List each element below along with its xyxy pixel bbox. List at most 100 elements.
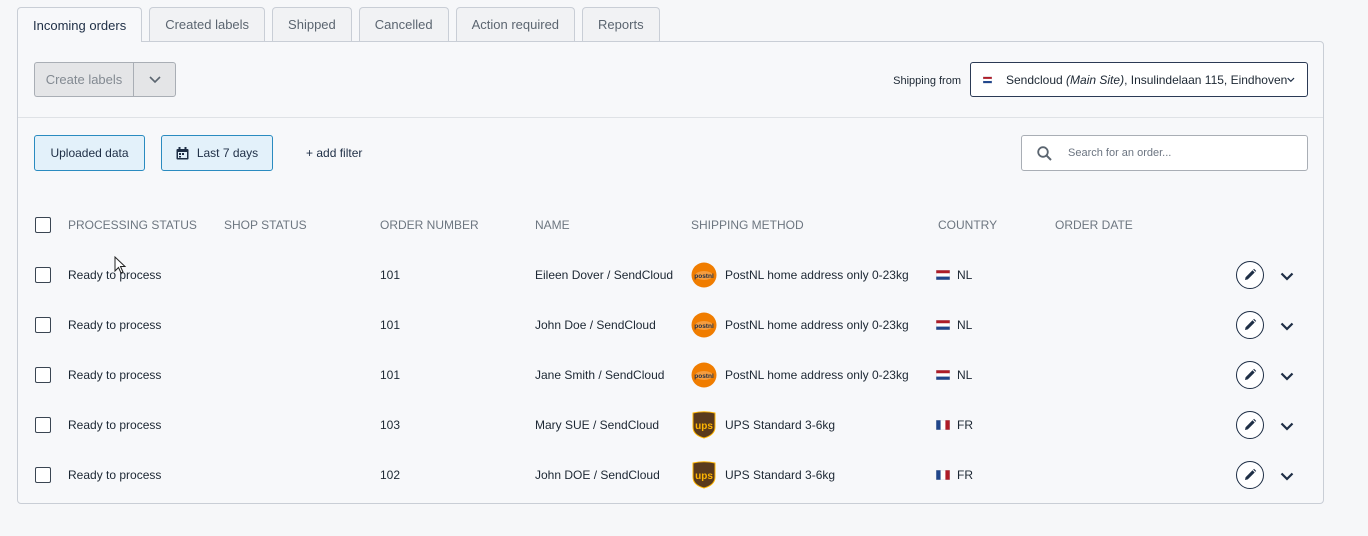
- pencil-icon: [1243, 468, 1257, 482]
- chevron-down-icon: [1287, 77, 1295, 82]
- column-country[interactable]: COUNTRY: [938, 218, 997, 232]
- shipping-method-cell: postnl PostNL home address only 0-23kg: [691, 250, 909, 300]
- edit-order-button[interactable]: [1236, 461, 1264, 489]
- tab-action-required[interactable]: Action required: [455, 7, 576, 41]
- search-input[interactable]: [1066, 146, 1290, 160]
- netherlands-flag-icon: [936, 370, 950, 380]
- svg-text:ups: ups: [695, 421, 713, 432]
- processing-status-cell: Ready to process: [68, 468, 162, 482]
- tab-created-labels[interactable]: Created labels: [149, 7, 266, 41]
- svg-text:postnl: postnl: [694, 323, 714, 330]
- svg-text:postnl: postnl: [694, 273, 714, 280]
- tab-shipped[interactable]: Shipped: [272, 7, 352, 41]
- name-cell: Mary SUE / SendCloud: [535, 418, 660, 432]
- calendar-icon: [176, 146, 189, 159]
- shipping-method-label: PostNL home address only 0-23kg: [725, 268, 909, 282]
- column-shipping-method[interactable]: SHIPPING METHOD: [691, 218, 804, 232]
- mouse-cursor-icon: [114, 256, 127, 274]
- shipping-from-select[interactable]: Sendcloud (Main Site), Insulindelaan 115…: [970, 62, 1308, 97]
- order-search: [1021, 135, 1308, 171]
- create-labels-dropdown-button[interactable]: [133, 62, 176, 97]
- country-cell: NL: [936, 250, 972, 300]
- processing-status-cell: Ready to process: [68, 418, 162, 432]
- shipping-method-label: PostNL home address only 0-23kg: [725, 368, 909, 382]
- toolbar-divider: [18, 117, 1323, 118]
- france-flag-icon: [936, 470, 950, 480]
- create-labels-button[interactable]: Create labels: [34, 62, 133, 97]
- country-cell: FR: [936, 400, 973, 450]
- country-cell: FR: [936, 450, 973, 500]
- expand-row-button[interactable]: [1277, 266, 1297, 286]
- shipping-method-cell: postnl PostNL home address only 0-23kg: [691, 300, 909, 350]
- postnl-logo-icon: postnl: [691, 312, 717, 338]
- order-number-cell: 102: [380, 468, 401, 482]
- shipping-method-cell: postnl PostNL home address only 0-23kg: [691, 350, 909, 400]
- name-cell: John Doe / SendCloud: [535, 318, 656, 332]
- uploaded-data-label: Uploaded data: [50, 146, 129, 160]
- edit-order-button[interactable]: [1236, 261, 1264, 289]
- tab-cancelled[interactable]: Cancelled: [358, 7, 449, 41]
- column-order-number[interactable]: ORDER NUMBER: [380, 218, 479, 232]
- postnl-logo-icon: postnl: [691, 362, 717, 388]
- add-filter-link[interactable]: + add filter: [306, 146, 362, 160]
- shipping-from-label: Shipping from: [893, 75, 961, 87]
- netherlands-flag-icon: [983, 76, 992, 83]
- row-checkbox[interactable]: [35, 317, 51, 333]
- date-range-filter[interactable]: Last 7 days: [161, 135, 273, 171]
- name-cell: Jane Smith / SendCloud: [535, 368, 665, 382]
- select-all-checkbox[interactable]: [35, 217, 51, 233]
- row-checkbox[interactable]: [35, 467, 51, 483]
- table-row[interactable]: Ready to process 103 Mary SUE / SendCloud u…: [18, 400, 1323, 450]
- edit-order-button[interactable]: [1236, 361, 1264, 389]
- pencil-icon: [1243, 368, 1257, 382]
- row-checkbox[interactable]: [35, 367, 51, 383]
- order-number-cell: 101: [380, 318, 401, 332]
- table-row[interactable]: Ready to process 101 Eileen Dover / SendCl…: [18, 250, 1323, 300]
- country-cell: NL: [936, 300, 972, 350]
- chevron-down-icon: [148, 75, 161, 83]
- order-number-cell: 101: [380, 268, 401, 282]
- country-code: FR: [957, 418, 973, 432]
- netherlands-flag-icon: [936, 320, 950, 330]
- shipping-method-cell: ups UPS Standard 3-6kg: [691, 400, 835, 450]
- column-order-date[interactable]: ORDER DATE: [1055, 218, 1133, 232]
- shipping-method-label: UPS Standard 3-6kg: [725, 468, 836, 482]
- order-number-cell: 101: [380, 368, 401, 382]
- country-cell: NL: [936, 350, 972, 400]
- order-number-cell: 103: [380, 418, 401, 432]
- table-row[interactable]: Ready to process 101 John Doe / SendCloud p…: [18, 300, 1323, 350]
- chevron-down-icon: [1280, 322, 1294, 331]
- table-row[interactable]: Ready to process 102 John DOE / SendCloud u…: [18, 450, 1323, 500]
- orders-panel: Create labels Shipping from Sendcloud (M…: [17, 41, 1324, 504]
- row-checkbox[interactable]: [35, 267, 51, 283]
- table-row[interactable]: Ready to process 101 Jane Smith / SendClou…: [18, 350, 1323, 400]
- pencil-icon: [1243, 418, 1257, 432]
- ups-logo-icon: ups: [691, 411, 717, 439]
- country-code: NL: [957, 268, 973, 282]
- column-processing-status[interactable]: PROCESSING STATUS: [68, 218, 197, 232]
- chevron-down-icon: [1280, 422, 1294, 431]
- expand-row-button[interactable]: [1277, 416, 1297, 436]
- chevron-down-icon: [1280, 272, 1294, 281]
- order-tabs: Incoming orders Created labels Shipped C…: [17, 7, 660, 42]
- shipping-method-label: UPS Standard 3-6kg: [725, 418, 836, 432]
- shipping-from-value: Sendcloud (Main Site), Insulindelaan 115…: [1005, 72, 1288, 87]
- processing-status-cell: Ready to process: [68, 318, 162, 332]
- edit-order-button[interactable]: [1236, 411, 1264, 439]
- column-name[interactable]: NAME: [535, 218, 570, 232]
- expand-row-button[interactable]: [1277, 466, 1297, 486]
- expand-row-button[interactable]: [1277, 366, 1297, 386]
- expand-row-button[interactable]: [1277, 316, 1297, 336]
- edit-order-button[interactable]: [1236, 311, 1264, 339]
- tab-incoming-orders[interactable]: Incoming orders: [17, 7, 143, 42]
- tab-reports[interactable]: Reports: [582, 7, 660, 41]
- processing-status-cell: Ready to process: [68, 368, 162, 382]
- country-code: FR: [957, 468, 973, 482]
- create-labels-split-button: Create labels: [34, 62, 176, 97]
- uploaded-data-filter[interactable]: Uploaded data: [34, 135, 145, 171]
- row-checkbox[interactable]: [35, 417, 51, 433]
- netherlands-flag-icon: [936, 270, 950, 280]
- shipping-method-cell: ups UPS Standard 3-6kg: [691, 450, 835, 500]
- column-shop-status[interactable]: SHOP STATUS: [224, 218, 307, 232]
- svg-text:ups: ups: [695, 471, 713, 482]
